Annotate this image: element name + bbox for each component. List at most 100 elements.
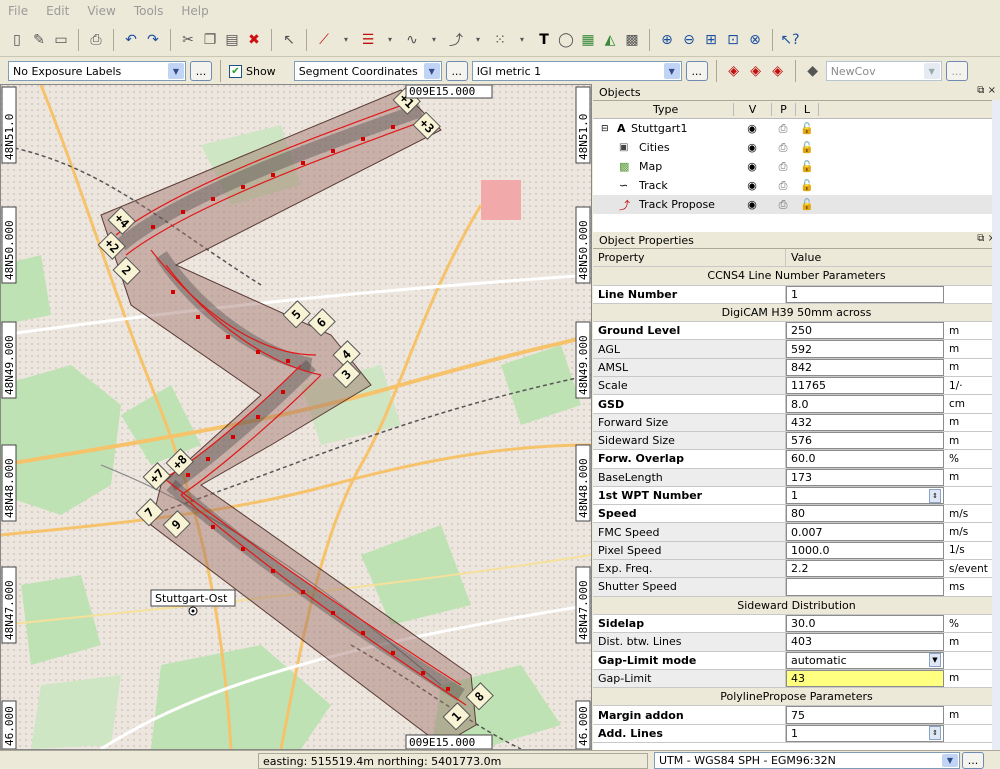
visible-column-header[interactable]: V bbox=[733, 103, 771, 116]
property-row[interactable]: 1st WPT Number 1 ⇕ bbox=[593, 486, 1000, 506]
show-checkbox[interactable]: ✔ bbox=[229, 64, 242, 78]
undo-icon[interactable]: ↶ bbox=[122, 31, 140, 49]
property-row[interactable]: Exp. Freq. 2.2 s/event bbox=[593, 560, 1000, 579]
properties-scrollbar[interactable] bbox=[992, 100, 1000, 750]
property-row[interactable]: Forward Size 432 m bbox=[593, 413, 1000, 432]
menu-help[interactable]: Help bbox=[181, 4, 208, 18]
redo-icon[interactable]: ↷ bbox=[144, 31, 162, 49]
help-pointer-icon[interactable]: ↖? bbox=[780, 31, 799, 49]
property-row[interactable]: FMC Speed 0.007 m/s bbox=[593, 523, 1000, 542]
select-pointer-icon[interactable]: ↖ bbox=[280, 31, 298, 49]
property-value-field[interactable]: 43 bbox=[786, 669, 944, 688]
collapse-icon[interactable]: ⊟ bbox=[593, 124, 613, 134]
zoom-previous-icon[interactable]: ⊗ bbox=[746, 31, 764, 49]
property-value-field[interactable]: 432 bbox=[786, 413, 944, 431]
eye-icon[interactable]: ◉ bbox=[733, 179, 771, 192]
property-row[interactable]: Shutter Speed ms bbox=[593, 578, 1000, 597]
property-row[interactable]: AGL 592 m bbox=[593, 340, 1000, 359]
projection-more-button[interactable]: ... bbox=[962, 752, 984, 769]
strip-tool-icon[interactable]: ☰ bbox=[359, 31, 377, 49]
delete-icon[interactable]: ✖ bbox=[245, 31, 263, 49]
dropdown-arrow-icon[interactable]: ▾ bbox=[337, 31, 355, 49]
eye-icon[interactable]: ◉ bbox=[733, 122, 771, 135]
property-row[interactable]: AMSL 842 m bbox=[593, 358, 1000, 378]
coverage-select[interactable]: NewCov ▼ bbox=[825, 61, 942, 81]
projection-select[interactable]: UTM - WGS84 SPH - EGM96:32N ▼ bbox=[654, 752, 960, 769]
dropdown-arrow-icon[interactable]: ▾ bbox=[381, 31, 399, 49]
paste-icon[interactable]: ▤ bbox=[223, 31, 241, 49]
property-value-field[interactable]: 30.0 bbox=[786, 614, 944, 633]
print-column-header[interactable]: P bbox=[771, 103, 795, 116]
property-row[interactable]: Dist. btw. Lines 403 m bbox=[593, 633, 1000, 652]
property-value-field[interactable]: automatic ▼ bbox=[786, 651, 944, 669]
property-row[interactable]: Scale 11765 1/· bbox=[593, 377, 1000, 396]
object-row-stuttgart1[interactable]: ⊟ A Stuttgart1 ◉ ⎙ 🔓 bbox=[593, 119, 993, 138]
diamond-icon[interactable]: ◈ bbox=[725, 62, 743, 80]
dropdown-arrow-icon[interactable]: ▾ bbox=[425, 31, 443, 49]
property-row[interactable]: Line Number 1 bbox=[593, 285, 1000, 304]
property-value-field[interactable]: 60.0 bbox=[786, 450, 944, 468]
eye-icon[interactable]: ◉ bbox=[733, 160, 771, 173]
object-row-cities[interactable]: ▣ Cities ◉ ⎙ 🔓 bbox=[593, 138, 993, 157]
property-value-field[interactable]: 75 bbox=[786, 706, 944, 724]
save-icon[interactable]: ▭ bbox=[52, 31, 70, 49]
object-row-track[interactable]: ∽ Track ◉ ⎙ 🔓 bbox=[593, 176, 993, 195]
object-row-track-propose[interactable]: ⤴ Track Propose ◉ ⎙ 🔓 bbox=[593, 195, 993, 214]
track-tool-icon[interactable]: ⤴ bbox=[447, 31, 465, 49]
property-row[interactable]: Gap-Limit 43 m bbox=[593, 669, 1000, 689]
property-column-header[interactable]: Property bbox=[593, 249, 786, 267]
lock-icon[interactable]: 🔓 bbox=[795, 160, 819, 173]
spinner-icon[interactable]: ⇕ bbox=[929, 726, 941, 741]
grid-tool-icon[interactable]: ⁙ bbox=[491, 31, 509, 49]
curve-tool-icon[interactable]: ∿ bbox=[403, 31, 421, 49]
diamond-remove-icon[interactable]: ◈ bbox=[769, 62, 787, 80]
zoom-extent-icon[interactable]: ⊞ bbox=[702, 31, 720, 49]
object-row-map[interactable]: ▩ Map ◉ ⎙ 🔓 bbox=[593, 157, 993, 176]
printer-icon[interactable]: ⎙ bbox=[771, 160, 795, 174]
lock-icon[interactable]: 🔓 bbox=[795, 122, 819, 135]
circle-tool-icon[interactable]: ◯ bbox=[557, 31, 575, 49]
property-row[interactable]: Sideward Size 576 m bbox=[593, 431, 1000, 451]
coverage-icon[interactable]: ◆ bbox=[804, 62, 822, 80]
spinner-icon[interactable]: ⇕ bbox=[929, 488, 941, 503]
type-column-header[interactable]: Type bbox=[593, 103, 733, 116]
open-icon[interactable]: ✎ bbox=[30, 31, 48, 49]
property-value-field[interactable]: 11765 bbox=[786, 377, 944, 395]
zoom-window-icon[interactable]: ⊡ bbox=[724, 31, 742, 49]
lock-icon[interactable]: 🔓 bbox=[795, 179, 819, 192]
value-column-header[interactable]: Value bbox=[786, 251, 821, 264]
metric-select[interactable]: IGI metric 1 ▼ bbox=[471, 61, 682, 81]
property-row[interactable]: GSD 8.0 cm bbox=[593, 395, 1000, 414]
raster-icon[interactable]: ▩ bbox=[623, 31, 641, 49]
text-tool-icon[interactable]: T bbox=[535, 31, 553, 49]
property-value-field[interactable]: 842 bbox=[786, 358, 944, 377]
cut-icon[interactable]: ✂ bbox=[179, 31, 197, 49]
zoom-out-icon[interactable]: ⊖ bbox=[680, 31, 698, 49]
property-value-field[interactable]: 0.007 bbox=[786, 523, 944, 541]
property-value-field[interactable]: 576 bbox=[786, 431, 944, 450]
exposure-labels-select[interactable]: No Exposure Labels ▼ bbox=[8, 61, 186, 81]
coverage-more-button[interactable]: ... bbox=[945, 61, 968, 81]
property-value-field[interactable]: 1 bbox=[786, 285, 944, 303]
menu-view[interactable]: View bbox=[87, 4, 115, 18]
property-row[interactable]: Pixel Speed 1000.0 1/s bbox=[593, 541, 1000, 561]
menu-file[interactable]: File bbox=[8, 4, 28, 18]
zoom-in-icon[interactable]: ⊕ bbox=[658, 31, 676, 49]
segment-coordinates-more-button[interactable]: ... bbox=[445, 61, 468, 81]
copy-icon[interactable]: ❐ bbox=[201, 31, 219, 49]
property-value-field[interactable]: 80 bbox=[786, 505, 944, 523]
property-row[interactable]: BaseLength 173 m bbox=[593, 468, 1000, 487]
lock-icon[interactable]: 🔓 bbox=[795, 141, 819, 154]
property-value-field[interactable]: 173 bbox=[786, 468, 944, 486]
eye-icon[interactable]: ◉ bbox=[733, 141, 771, 154]
segment-coordinates-select[interactable]: Segment Coordinates ▼ bbox=[293, 61, 442, 81]
line-tool-icon[interactable]: ⟋ bbox=[315, 31, 333, 49]
property-row[interactable]: Forw. Overlap 60.0% bbox=[593, 450, 1000, 469]
eye-icon[interactable]: ◉ bbox=[733, 198, 771, 211]
chevron-down-icon[interactable]: ▼ bbox=[929, 653, 941, 668]
property-row[interactable]: Ground Level 250 m bbox=[593, 322, 1000, 341]
printer-icon[interactable]: ⎙ bbox=[771, 179, 795, 193]
property-value-field[interactable]: 1 ⇕ bbox=[786, 724, 944, 743]
property-value-field[interactable]: 8.0 bbox=[786, 395, 944, 413]
lock-icon[interactable]: 🔓 bbox=[795, 198, 819, 211]
